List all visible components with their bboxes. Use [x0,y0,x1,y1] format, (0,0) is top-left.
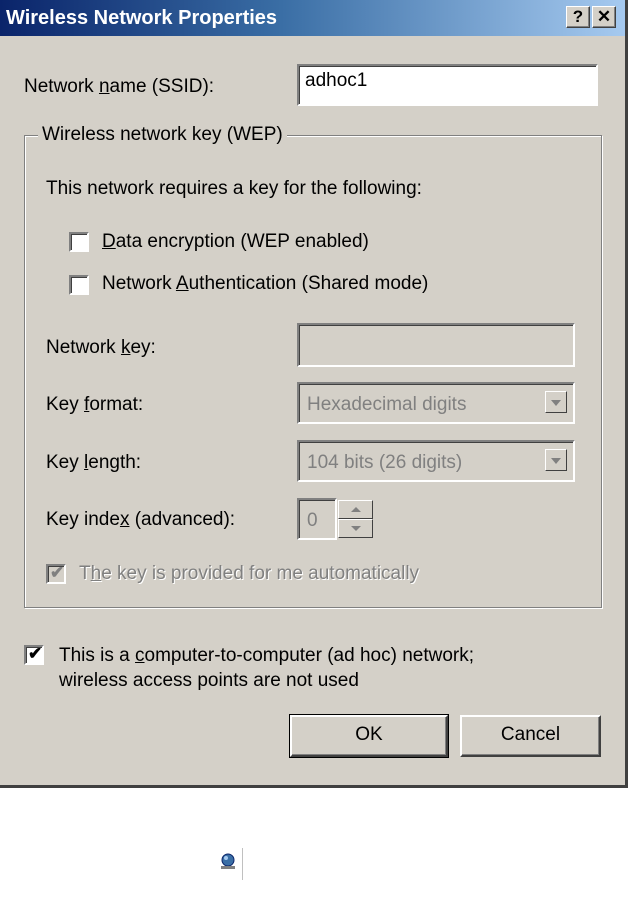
key-length-value: 104 bits (26 digits) [307,452,463,473]
key-index-input[interactable]: 0 [297,498,337,540]
key-length-select[interactable]: 104 bits (26 digits) [297,440,575,482]
ok-button[interactable]: OK [289,714,449,758]
spin-down-icon[interactable] [338,519,373,538]
title-bar[interactable]: Wireless Network Properties ? ✕ [0,0,625,36]
data-encryption-checkbox[interactable] [69,232,89,252]
network-authentication-checkbox[interactable] [69,275,89,295]
auto-key-label[interactable]: The key is provided for me automatically [79,563,419,585]
key-format-select[interactable]: Hexadecimal digits [297,382,575,424]
wireless-network-properties-dialog: Wireless Network Properties ? ✕ Network … [0,0,628,788]
wep-group-title: Wireless network key (WEP) [38,124,287,146]
key-format-dropdown-icon[interactable] [545,391,567,413]
network-key-input[interactable] [297,323,575,367]
ssid-value: adhoc1 [305,70,368,91]
ssid-input[interactable]: adhoc1 [297,64,598,106]
key-intro-text: This network requires a key for the foll… [46,178,422,199]
adhoc-label[interactable]: This is a computer-to-computer (ad hoc) … [59,643,474,693]
check-mark-icon: ✔ [50,563,65,582]
tray-separator [242,848,243,880]
close-button[interactable]: ✕ [592,6,616,28]
auto-key-checkbox[interactable]: ✔ [46,563,66,584]
key-length-label: Key length: [46,452,142,473]
window-title: Wireless Network Properties [6,7,278,29]
spin-up-icon[interactable] [338,500,373,519]
adhoc-checkbox[interactable]: ✔ [24,644,44,665]
check-mark-icon: ✔ [28,644,43,663]
network-tray-icon[interactable] [218,851,238,871]
ssid-label: Network name (SSID): [24,76,215,97]
key-format-value: Hexadecimal digits [307,394,467,415]
key-index-spinner[interactable] [338,500,373,538]
cancel-button[interactable]: Cancel [460,715,601,757]
network-key-label: Network key: [46,337,156,358]
help-button[interactable]: ? [566,6,590,28]
data-encryption-label[interactable]: Data encryption (WEP enabled) [102,231,369,253]
key-format-label: Key format: [46,394,144,415]
key-index-label: Key index (advanced): [46,509,236,530]
key-index-value: 0 [307,510,318,531]
key-length-dropdown-icon[interactable] [545,449,567,471]
network-authentication-label[interactable]: Network Authentication (Shared mode) [102,273,428,295]
